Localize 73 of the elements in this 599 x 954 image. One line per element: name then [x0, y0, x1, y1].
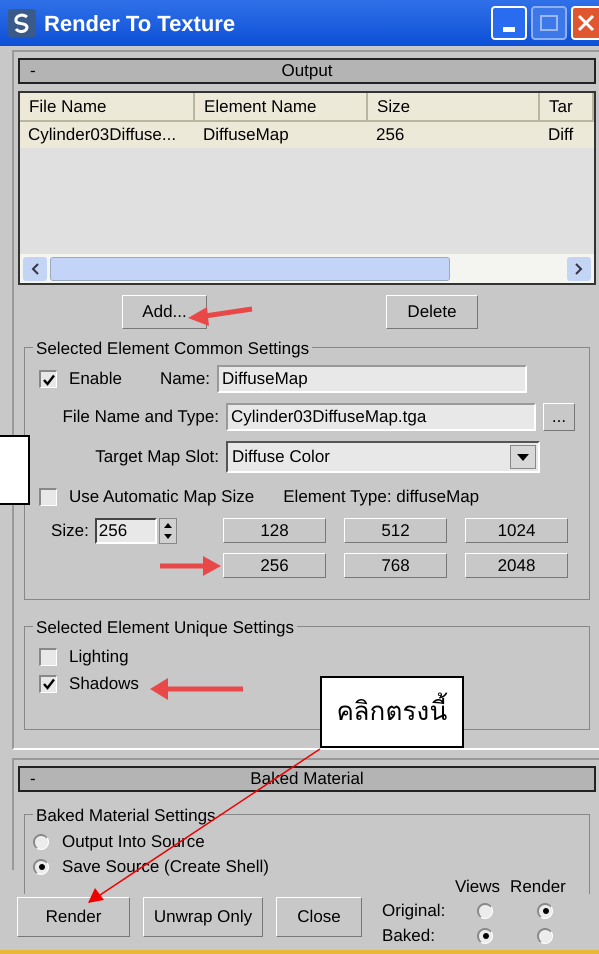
dropdown-value: Diffuse Color — [232, 446, 331, 468]
scroll-thumb[interactable] — [50, 256, 450, 280]
file-name-field[interactable]: Cylinder03DiffuseMap.tga — [226, 403, 536, 431]
size-preset-button[interactable]: 512 — [344, 518, 447, 543]
spinner-arrows-icon[interactable] — [158, 518, 177, 544]
delete-button[interactable]: Delete — [386, 295, 478, 329]
scroll-right-button[interactable] — [567, 256, 591, 280]
checkbox[interactable] — [39, 488, 57, 506]
radio-button[interactable] — [537, 902, 553, 918]
scroll-left-button[interactable] — [23, 256, 47, 280]
chevron-left-icon — [31, 262, 39, 274]
table-cell-text: Cylinder03Diffuse... — [27, 124, 178, 146]
dialog-button[interactable]: Render — [17, 897, 130, 937]
checkbox[interactable] — [39, 674, 57, 692]
option-label: Lighting — [69, 646, 129, 668]
check-icon — [42, 374, 54, 386]
enable-label: Enable — [69, 368, 122, 390]
dialog-button[interactable]: Close — [276, 897, 362, 937]
name-field[interactable]: DiffuseMap — [217, 365, 528, 393]
table-cell-text: 256 — [375, 124, 406, 146]
collapse-toggle[interactable]: - — [20, 766, 60, 792]
size-preset-button[interactable]: 768 — [344, 553, 447, 578]
minimize-button[interactable] — [491, 6, 527, 40]
column-header[interactable]: Tar — [540, 93, 594, 122]
radio-button[interactable] — [477, 928, 493, 944]
size-spinner-field[interactable]: 256 — [94, 518, 157, 544]
element-type-text: Element Type: diffuseMap — [283, 486, 480, 508]
column-header[interactable]: File Name — [20, 93, 195, 122]
radio-button[interactable] — [477, 902, 493, 918]
radio-button[interactable] — [33, 834, 49, 850]
size-preset-button[interactable]: 128 — [223, 518, 326, 543]
table-row[interactable]: Cylinder03Diffuse... DiffuseMap 256 Diff — [20, 122, 594, 148]
callout-text: คลิกตรงนี้ — [336, 692, 448, 732]
radio-button[interactable] — [33, 858, 49, 874]
column-label: Views — [455, 876, 500, 898]
radio-button[interactable] — [537, 928, 553, 944]
table-cell-text: Diff — [547, 124, 574, 146]
column-label: Render — [510, 876, 566, 898]
check-icon — [42, 678, 54, 690]
horizontal-scrollbar[interactable] — [20, 254, 594, 283]
add-button[interactable]: Add... — [122, 295, 207, 329]
column-header[interactable]: Size — [368, 93, 540, 122]
rollout-header[interactable]: - Output — [18, 58, 596, 84]
empty-callout-box — [0, 435, 30, 505]
row-label: Original: — [382, 900, 446, 922]
arrow — [188, 306, 252, 326]
minimize-icon — [503, 27, 515, 32]
row-label: Baked: — [382, 924, 436, 947]
close-button[interactable] — [571, 6, 599, 40]
app-icon — [8, 9, 36, 37]
maximize-icon — [540, 15, 558, 31]
column-header[interactable]: Element Name — [195, 93, 368, 122]
target-map-slot-label: Target Map Slot: — [94, 446, 219, 468]
rollout-title: Output — [280, 60, 334, 82]
browse-button[interactable]: ... — [543, 403, 575, 431]
size-preset-button[interactable]: 256 — [223, 553, 326, 578]
automatic-map-size-label: Use Automatic Map Size — [69, 486, 254, 508]
option-label: Shadows — [69, 672, 139, 695]
chevron-right-icon — [575, 262, 583, 274]
collapse-toggle[interactable]: - — [20, 58, 60, 84]
window-title: Render To Texture — [44, 10, 236, 38]
arrow — [160, 556, 221, 576]
dialog-button[interactable]: Unwrap Only — [143, 897, 263, 937]
target-map-slot-dropdown[interactable]: Diffuse Color — [226, 441, 540, 473]
name-label: Name: — [160, 368, 210, 390]
checkbox[interactable] — [39, 648, 57, 666]
close-icon — [577, 14, 595, 32]
table-cell-text: DiffuseMap — [202, 124, 290, 146]
file-name-label: File Name and Type: — [61, 406, 219, 428]
checkbox[interactable] — [39, 370, 57, 388]
size-preset-button[interactable]: 2048 — [465, 553, 568, 578]
size-preset-button[interactable]: 1024 — [465, 518, 568, 543]
size-label: Size: — [51, 520, 89, 542]
